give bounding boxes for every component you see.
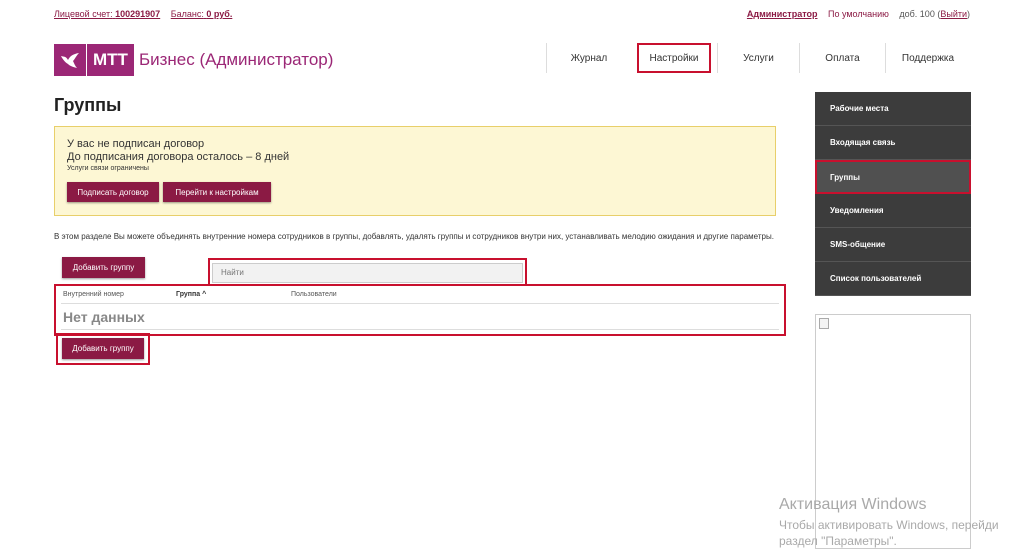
logo-brand: МТТ bbox=[86, 44, 134, 76]
user-info: Администратор По умолчанию доб. 100 (Вый… bbox=[747, 9, 970, 19]
broken-image-icon bbox=[819, 318, 829, 329]
account-label: Лицевой счет: bbox=[54, 9, 113, 19]
settings-sidebar: Рабочие места Входящая связь Группы Увед… bbox=[815, 92, 971, 296]
watermark-line-2: раздел "Параметры". bbox=[779, 534, 897, 548]
nav-services[interactable]: Услуги bbox=[717, 43, 799, 73]
top-bar: Лицевой счет: 100291907 Баланс: 0 руб. А… bbox=[54, 9, 970, 23]
account-info: Лицевой счет: 100291907 Баланс: 0 руб. bbox=[54, 9, 240, 19]
logout-paren-close: ) bbox=[967, 9, 970, 19]
logo[interactable]: МТТ Бизнес (Администратор) bbox=[54, 44, 333, 76]
profile-label: По умолчанию bbox=[828, 9, 889, 19]
section-description: В этом разделе Вы можете объединять внут… bbox=[54, 232, 774, 241]
bird-icon bbox=[54, 44, 86, 76]
add-group-bottom-highlight: Добавить группу bbox=[56, 333, 150, 365]
column-group[interactable]: Группа ^ bbox=[176, 291, 206, 298]
nav-settings[interactable]: Настройки bbox=[637, 43, 711, 73]
account-link[interactable]: Лицевой счет: 100291907 bbox=[54, 9, 160, 19]
page-title: Группы bbox=[54, 95, 122, 115]
go-to-settings-button[interactable]: Перейти к настройкам bbox=[163, 182, 271, 202]
groups-table: Внутренний номер Группа ^ Пользователи Н… bbox=[54, 284, 786, 336]
balance-value: 0 руб. bbox=[206, 9, 233, 19]
table-divider bbox=[61, 329, 779, 330]
extension-label: доб. 100 bbox=[899, 9, 935, 19]
sidebar-item-groups[interactable]: Группы bbox=[815, 160, 971, 194]
sidebar-item-users[interactable]: Список пользователей bbox=[815, 262, 971, 296]
notice-line-1: У вас не подписан договор bbox=[67, 138, 205, 150]
nav-support[interactable]: Поддержка bbox=[885, 43, 970, 73]
logo-product: Бизнес (Администратор) bbox=[138, 50, 334, 69]
search-input[interactable] bbox=[212, 262, 523, 283]
add-group-button-top[interactable]: Добавить группу bbox=[62, 257, 145, 278]
logout-link[interactable]: Выйти bbox=[940, 9, 967, 19]
main-nav: Журнал Настройки Услуги Оплата Поддержка bbox=[546, 43, 970, 73]
watermark-title: Активация Windows bbox=[779, 496, 927, 513]
contract-notice: У вас не подписан договор До подписания … bbox=[54, 126, 776, 216]
sidebar-item-sms[interactable]: SMS-общение bbox=[815, 228, 971, 262]
table-header: Внутренний номер Группа ^ Пользователи bbox=[61, 286, 779, 304]
windows-activation-watermark: Активация Windows Чтобы активировать Win… bbox=[779, 496, 999, 549]
balance-link[interactable]: Баланс: 0 руб. bbox=[171, 9, 233, 19]
sidebar-item-notifications[interactable]: Уведомления bbox=[815, 194, 971, 228]
nav-journal[interactable]: Журнал bbox=[546, 43, 631, 73]
search-highlight bbox=[208, 258, 527, 286]
column-extension[interactable]: Внутренний номер bbox=[63, 291, 124, 298]
account-number: 100291907 bbox=[115, 9, 161, 19]
empty-state: Нет данных bbox=[63, 309, 145, 325]
notice-line-2: До подписания договора осталось – 8 дней bbox=[67, 151, 290, 163]
nav-payment[interactable]: Оплата bbox=[799, 43, 885, 73]
sidebar-item-incoming[interactable]: Входящая связь bbox=[815, 126, 971, 160]
add-group-button-bottom[interactable]: Добавить группу bbox=[62, 338, 144, 359]
notice-line-3: Услуги связи ограничены bbox=[67, 165, 149, 172]
balance-label: Баланс: bbox=[170, 9, 204, 19]
sign-contract-button[interactable]: Подписать договор bbox=[67, 182, 159, 202]
column-users[interactable]: Пользователи bbox=[291, 291, 337, 298]
sidebar-item-workplaces[interactable]: Рабочие места bbox=[815, 92, 971, 126]
admin-link[interactable]: Администратор bbox=[747, 9, 818, 19]
watermark-line-1: Чтобы активировать Windows, перейди bbox=[779, 518, 999, 532]
